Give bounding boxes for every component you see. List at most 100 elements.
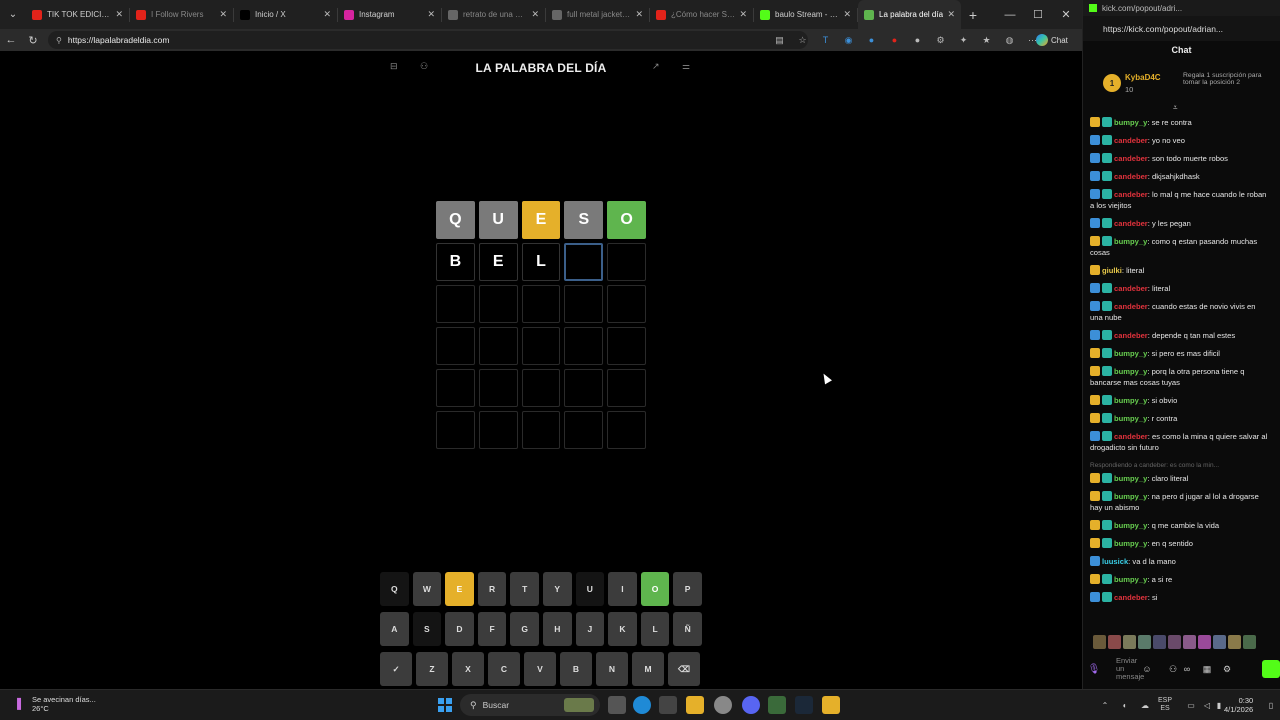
chat-message[interactable]: bumpy_y: a si re <box>1090 574 1268 585</box>
key-e[interactable]: E <box>445 572 474 606</box>
stats-icon[interactable]: ↗ <box>652 61 660 72</box>
address-bar[interactable]: ⚲ https://lapalabradeldia.com <box>48 31 808 49</box>
key-r[interactable]: R <box>477 572 507 606</box>
language-indicator[interactable]: ESP ES <box>1158 697 1172 713</box>
key-n[interactable]: N <box>596 652 628 686</box>
emote-icon[interactable] <box>1108 635 1121 649</box>
chat-message[interactable]: candeber: literal <box>1090 283 1268 294</box>
key-p[interactable]: P <box>673 572 702 606</box>
emote-icon[interactable] <box>1183 635 1196 649</box>
chat-input[interactable]: Enviar un mensaje <box>1116 657 1144 681</box>
chat-username[interactable]: bumpy_y <box>1114 349 1147 358</box>
browser-tab[interactable]: Inicio / X ✕ <box>234 0 337 29</box>
chat-username[interactable]: luusick <box>1102 557 1128 566</box>
key-t[interactable]: T <box>510 572 539 606</box>
tab-list-menu-icon[interactable]: ⌄ <box>0 0 26 29</box>
browser-tab[interactable]: retrato de una muje ✕ <box>442 0 545 29</box>
reload-icon[interactable]: ↻ <box>22 29 44 51</box>
key-b[interactable]: B <box>560 652 592 686</box>
tray-app-icon[interactable]: ◐ <box>1118 690 1132 720</box>
chat-username[interactable]: candeber <box>1114 136 1148 145</box>
edge-app-icon[interactable] <box>633 696 651 714</box>
enter-key[interactable]: ✓ <box>380 652 412 686</box>
tab-close-icon[interactable]: ✕ <box>843 9 851 20</box>
clock[interactable]: 0:30 4/1/2026 <box>1224 696 1253 714</box>
chat-message[interactable]: bumpy_y: como q estan pasando muchas cos… <box>1090 236 1268 258</box>
reader-mode-icon[interactable]: ▤ <box>768 29 791 51</box>
store-icon[interactable]: ▦ <box>1200 662 1214 676</box>
network-icon[interactable]: ▭ <box>1184 690 1198 720</box>
send-button[interactable] <box>1262 660 1280 678</box>
chat-message[interactable]: candeber: dkjsahjkdhask <box>1090 171 1268 182</box>
browser-tab[interactable]: baulo Stream - Wat ✕ <box>754 0 857 29</box>
chat-message[interactable]: candeber: yo no veo <box>1090 135 1268 146</box>
tab-close-icon[interactable]: ✕ <box>739 9 747 20</box>
start-button-icon[interactable] <box>438 698 452 712</box>
chat-username[interactable]: candeber <box>1114 302 1148 311</box>
tab-close-icon[interactable]: ✕ <box>947 9 955 20</box>
key-h[interactable]: H <box>542 612 572 646</box>
back-icon[interactable]: ← <box>0 29 22 51</box>
extensions-icon[interactable]: ✦ <box>952 29 975 51</box>
store-app-icon[interactable] <box>659 696 677 714</box>
file-explorer-icon[interactable] <box>686 696 704 714</box>
key-o[interactable]: O <box>640 572 670 606</box>
key-l[interactable]: L <box>640 612 670 646</box>
key-a[interactable]: A <box>380 612 409 646</box>
chat-username[interactable]: candeber <box>1114 331 1148 340</box>
chat-message[interactable]: bumpy_y: q me cambie la vida <box>1090 520 1268 531</box>
key-ñ[interactable]: Ñ <box>673 612 702 646</box>
red-extension-icon[interactable]: ● <box>883 29 906 51</box>
chat-username[interactable]: bumpy_y <box>1114 539 1147 548</box>
chat-message[interactable]: bumpy_y: claro literal <box>1090 473 1268 484</box>
chat-username[interactable]: bumpy_y <box>1114 575 1147 584</box>
key-q[interactable]: Q <box>380 572 409 606</box>
key-m[interactable]: M <box>632 652 664 686</box>
chat-message[interactable]: giulki: literal <box>1090 265 1268 276</box>
chat-username[interactable]: giulki <box>1102 266 1122 275</box>
chat-message[interactable]: bumpy_y: si pero es mas dificil <box>1090 348 1268 359</box>
browser-tab[interactable]: ¿Cómo hacer SPEED ✕ <box>650 0 753 29</box>
settings-icon[interactable]: ⚌ <box>682 61 690 72</box>
emote-icon[interactable] <box>1228 635 1241 649</box>
task-view-icon[interactable] <box>608 696 626 714</box>
chat-message[interactable]: candeber: y les pegan <box>1090 218 1268 229</box>
taskbar-search[interactable]: ⚲ Buscar <box>460 694 600 716</box>
chat-username[interactable]: bumpy_y <box>1114 237 1147 246</box>
chat-message[interactable]: candeber: cuando estas de novio vivis en… <box>1090 301 1268 323</box>
new-tab-button[interactable]: + <box>961 0 985 29</box>
key-w[interactable]: W <box>412 572 442 606</box>
emote-icon[interactable] <box>1153 635 1166 649</box>
key-k[interactable]: K <box>608 612 637 646</box>
link-icon[interactable]: ∞ <box>1180 662 1194 676</box>
backspace-key[interactable]: ⌫ <box>668 652 700 686</box>
steam-app-icon[interactable] <box>795 696 813 714</box>
emote-icon[interactable] <box>1198 635 1211 649</box>
chat-message[interactable]: candeber: lo mal q me hace cuando le rob… <box>1090 189 1268 211</box>
chat-message[interactable]: luusick: va d la mano <box>1090 556 1268 567</box>
key-z[interactable]: Z <box>416 652 448 686</box>
emote-icon[interactable] <box>1123 635 1136 649</box>
chat-username[interactable]: bumpy_y <box>1114 367 1147 376</box>
close-window-icon[interactable]: ✕ <box>1052 0 1080 29</box>
sound-extension-icon[interactable]: ◉ <box>837 29 860 51</box>
key-f[interactable]: F <box>477 612 507 646</box>
chat-message[interactable]: candeber: son todo muerte robos <box>1090 153 1268 164</box>
chat-message[interactable]: candeber: es como la mina q quiere salva… <box>1090 431 1268 453</box>
collapse-pinned-icon[interactable]: ⩡ <box>1173 103 1178 113</box>
chat-username[interactable]: bumpy_y <box>1114 521 1147 530</box>
tab-close-icon[interactable]: ✕ <box>635 9 643 20</box>
chat-message[interactable]: candeber: depende q tan mal estes <box>1090 330 1268 341</box>
emote-icon[interactable] <box>1138 635 1151 649</box>
tab-close-icon[interactable]: ✕ <box>531 9 539 20</box>
browser-tab[interactable]: full metal jacket - B ✕ <box>546 0 649 29</box>
chat-username[interactable]: bumpy_y <box>1114 118 1147 127</box>
pinned-gifter[interactable]: 1 KybaD4C 10 Regala 1 suscripción para t… <box>1103 70 1278 98</box>
emote-icon[interactable] <box>1213 635 1226 649</box>
translate-extension-icon[interactable]: T <box>814 29 837 51</box>
key-x[interactable]: X <box>452 652 484 686</box>
key-u[interactable]: U <box>575 572 605 606</box>
chat-username[interactable]: candeber <box>1114 172 1148 181</box>
emote-icon[interactable] <box>1093 635 1106 649</box>
chat-username[interactable]: candeber <box>1114 593 1148 602</box>
